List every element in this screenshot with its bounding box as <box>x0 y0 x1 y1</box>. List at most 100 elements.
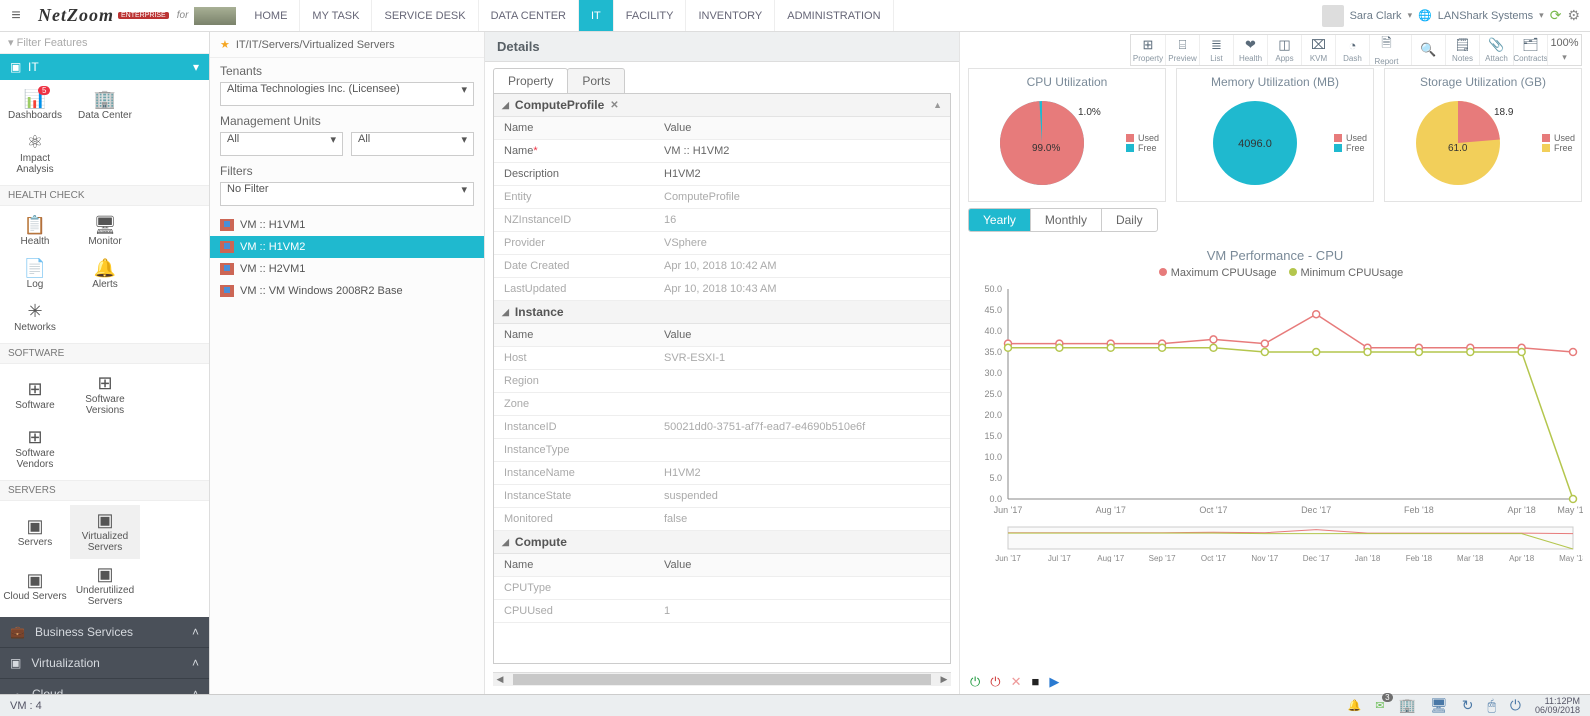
star-icon[interactable]: ★ <box>220 38 230 51</box>
property-row[interactable]: InstanceNameH1VM2 <box>494 462 950 485</box>
timetab-monthly[interactable]: Monthly <box>1030 209 1101 231</box>
sidebar-item-networks[interactable]: ✳Networks <box>0 296 70 339</box>
topnav-service-desk[interactable]: SERVICE DESK <box>372 0 478 31</box>
reload-icon[interactable]: ↻ <box>1462 697 1474 714</box>
property-row[interactable]: NameVM :: H1VM2 <box>494 140 950 163</box>
property-row[interactable]: NZInstanceID16 <box>494 209 950 232</box>
property-row[interactable]: InstanceStatesuspended <box>494 485 950 508</box>
sidebar-item-cloud-servers[interactable]: ▣Cloud Servers <box>0 559 70 613</box>
group-header-compute[interactable]: ◢Compute <box>494 531 950 554</box>
bell-icon[interactable]: 🔔 <box>1348 699 1362 712</box>
property-row[interactable]: HostSVR-ESXI-1 <box>494 347 950 370</box>
power-icon[interactable]: ⏻ <box>1510 697 1521 714</box>
mu-select-1[interactable]: All▾ <box>220 132 343 156</box>
toolbar-dash[interactable]: ◔Dash <box>1335 35 1369 65</box>
building-icon[interactable]: 🏢 <box>1399 697 1416 714</box>
user-avatar-icon[interactable] <box>1322 5 1344 27</box>
timetab-daily[interactable]: Daily <box>1101 209 1157 231</box>
sidebar-section-it[interactable]: ▣ IT ▾ <box>0 54 209 80</box>
delete-icon[interactable]: ✕ <box>1011 674 1022 690</box>
power-off-icon[interactable]: ⏻ <box>990 674 1000 690</box>
filter-select[interactable]: No Filter▾ <box>220 182 474 206</box>
toolbar-list[interactable]: ≣List <box>1199 35 1233 65</box>
globe-icon[interactable]: 🌐 <box>1418 9 1432 22</box>
scroll-right-icon[interactable]: ▶ <box>937 673 951 686</box>
property-row[interactable]: Date CreatedApr 10, 2018 10:42 AM <box>494 255 950 278</box>
topnav-my-task[interactable]: MY TASK <box>300 0 372 31</box>
sidebar-item-data-center[interactable]: 🏢Data Center <box>70 84 140 127</box>
sidebar-item-virtualized-servers[interactable]: ▣Virtualized Servers <box>70 505 140 559</box>
scroll-left-icon[interactable]: ◀ <box>493 673 507 686</box>
group-header-instance[interactable]: ◢Instance <box>494 301 950 324</box>
accordion-cloud[interactable]: ☁Cloud˄ <box>0 679 209 694</box>
sidebar-item-underutilized-servers[interactable]: ▣Underutilized Servers <box>70 559 140 613</box>
property-row[interactable]: Zone <box>494 393 950 416</box>
power-on-icon[interactable]: ⏻ <box>970 674 980 690</box>
toolbar-property[interactable]: ⊞Property <box>1131 35 1165 65</box>
screens-icon[interactable]: 🖥 <box>1430 697 1448 714</box>
toolbar-report[interactable]: 🗎Report <box>1369 35 1403 65</box>
property-row[interactable]: DescriptionH1VM2 <box>494 163 950 186</box>
toolbar-health[interactable]: ❤Health <box>1233 35 1267 65</box>
close-icon[interactable]: ✕ <box>610 100 618 111</box>
scroll-up-icon[interactable]: ▲ <box>933 100 942 110</box>
sidebar-item-software-versions[interactable]: ⊞Software Versions <box>70 368 140 422</box>
mu-select-2[interactable]: All▾ <box>351 132 474 156</box>
group-header-computeprofile[interactable]: ◢ComputeProfile✕▲ <box>494 94 950 117</box>
toolbar-search[interactable]: 🔍 <box>1411 35 1445 65</box>
vm-item[interactable]: VM :: H1VM1 <box>210 214 484 236</box>
mouse-icon[interactable]: 🖱 <box>1487 697 1495 714</box>
sidebar-item-log[interactable]: 📄Log <box>0 253 70 296</box>
play-icon[interactable]: ▶ <box>1049 674 1059 690</box>
chevron-down-icon[interactable]: ▾ <box>1408 10 1413 21</box>
topnav-home[interactable]: HOME <box>242 0 300 31</box>
vm-item[interactable]: VM :: H1VM2 <box>210 236 484 258</box>
sidebar-item-monitor[interactable]: 🖥Monitor <box>70 210 140 253</box>
tenant-select[interactable]: Altima Technologies Inc. (Licensee)▾ <box>220 82 474 106</box>
property-grid[interactable]: ◢ComputeProfile✕▲NameValueNameVM :: H1VM… <box>493 93 951 664</box>
property-row[interactable]: Monitoredfalse <box>494 508 950 531</box>
toolbar-preview[interactable]: ⌸Preview <box>1165 35 1199 65</box>
chevron-down-icon[interactable]: ▾ <box>1539 10 1544 21</box>
h-scrollbar[interactable]: ◀ ▶ <box>493 672 951 686</box>
user-name[interactable]: Sara Clark <box>1350 10 1402 22</box>
mini-chart-svg[interactable]: Jun '17Jul '17Aug '17Sep '17Oct '17Nov '… <box>968 526 1583 562</box>
toolbar-notes[interactable]: 🗒Notes <box>1445 35 1479 65</box>
sidebar-item-dashboards[interactable]: 📊Dashboards5 <box>0 84 70 127</box>
property-row[interactable]: ProviderVSphere <box>494 232 950 255</box>
toolbar-attach[interactable]: 📎Attach <box>1479 35 1513 65</box>
property-row[interactable]: CPUType <box>494 577 950 600</box>
accordion-virtualization[interactable]: ▣Virtualization˄ <box>0 648 209 679</box>
property-row[interactable]: EntityComputeProfile <box>494 186 950 209</box>
topnav-facility[interactable]: FACILITY <box>614 0 687 31</box>
sidebar-item-software[interactable]: ⊞Software <box>0 368 70 422</box>
sidebar-item-alerts[interactable]: 🔔Alerts <box>70 253 140 296</box>
org-name[interactable]: LANShark Systems <box>1438 10 1533 22</box>
sidebar-item-software-vendors[interactable]: ⊞Software Vendors <box>0 422 70 476</box>
vm-item[interactable]: VM :: H2VM1 <box>210 258 484 280</box>
property-row[interactable]: Region <box>494 370 950 393</box>
timetab-yearly[interactable]: Yearly <box>969 209 1030 231</box>
vm-item[interactable]: VM :: VM Windows 2008R2 Base <box>210 280 484 302</box>
toolbar-apps[interactable]: ◫Apps <box>1267 35 1301 65</box>
property-row[interactable]: LastUpdatedApr 10, 2018 10:43 AM <box>494 278 950 301</box>
stop-icon[interactable]: ■ <box>1032 674 1040 690</box>
hamburger-icon[interactable]: ≡ <box>0 7 32 25</box>
sidebar-item-health[interactable]: 📋Health <box>0 210 70 253</box>
property-row[interactable]: InstanceID50021dd0-3751-af7f-ead7-e4690b… <box>494 416 950 439</box>
refresh-icon[interactable]: ⟳ <box>1550 7 1562 24</box>
topnav-it[interactable]: IT <box>579 0 614 31</box>
property-row[interactable]: InstanceType <box>494 439 950 462</box>
sidebar-item-servers[interactable]: ▣Servers <box>0 505 70 559</box>
topnav-inventory[interactable]: INVENTORY <box>686 0 775 31</box>
accordion-business-services[interactable]: 💼Business Services˄ <box>0 617 209 648</box>
topnav-administration[interactable]: ADMINISTRATION <box>775 0 893 31</box>
tab-ports[interactable]: Ports <box>567 68 625 93</box>
sidebar-item-impact-analysis[interactable]: ⚛Impact Analysis <box>0 127 70 181</box>
toolbar-contracts[interactable]: 🗂Contracts <box>1513 35 1547 65</box>
tab-property[interactable]: Property <box>493 68 568 93</box>
message-icon[interactable]: ✉3 <box>1375 699 1384 712</box>
zoom-control[interactable]: 100%▾ <box>1547 35 1581 65</box>
toolbar-kvm[interactable]: ⌧KVM <box>1301 35 1335 65</box>
property-row[interactable]: CPUUsed1 <box>494 600 950 623</box>
